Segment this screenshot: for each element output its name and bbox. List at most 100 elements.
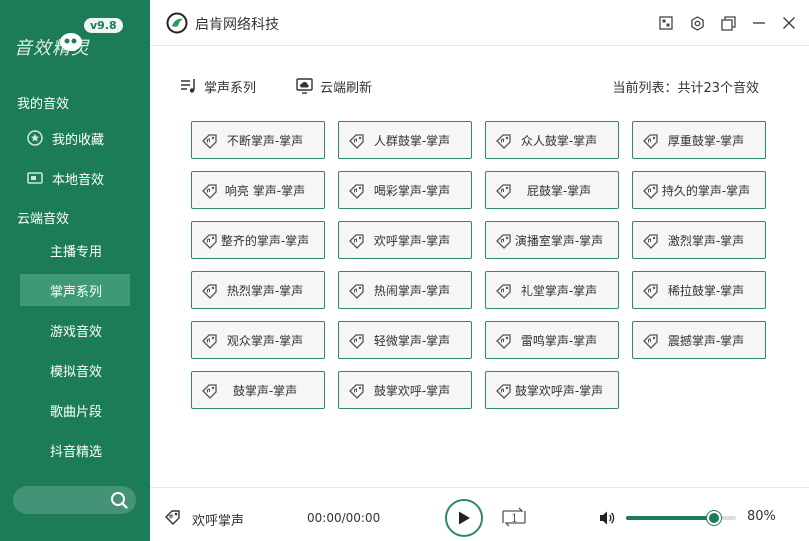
- list-count-info: 当前列表：共计23个音效: [612, 81, 759, 96]
- music-tag-icon: [201, 182, 219, 200]
- section-my-sounds: 我的音效: [17, 97, 70, 112]
- sound-item[interactable]: 众人鼓掌-掌声: [485, 121, 619, 159]
- sound-item[interactable]: 鼓掌欢呼-掌声: [338, 371, 472, 409]
- sidebar: 音效精灵 v9.8 我的音效 我的收藏 本地音效 云端音效 主播专用 掌声系列 …: [0, 0, 150, 541]
- sound-item[interactable]: 鼓掌欢呼声-掌声: [485, 371, 619, 409]
- close-icon: [783, 17, 795, 29]
- music-tag-icon: [642, 232, 660, 250]
- sound-item[interactable]: 激烈掌声-掌声: [632, 221, 766, 259]
- sound-item[interactable]: 轻微掌声-掌声: [338, 321, 472, 359]
- loop-badge: 1: [511, 512, 518, 525]
- sound-item[interactable]: 人群鼓掌-掌声: [338, 121, 472, 159]
- sound-item[interactable]: 稀拉鼓掌-掌声: [632, 271, 766, 309]
- music-tag-icon: [165, 510, 180, 525]
- version-badge: v9.8: [84, 18, 123, 33]
- skin-button[interactable]: [657, 14, 675, 32]
- sidebar-item-favorites[interactable]: 我的收藏: [20, 122, 130, 154]
- sidebar-item-streamer[interactable]: 主播专用: [20, 234, 130, 266]
- music-tag-icon: [495, 232, 513, 250]
- sound-item[interactable]: 整齐的掌声-掌声: [191, 221, 325, 259]
- sidebar-item-douyin[interactable]: 抖音精选: [20, 434, 130, 466]
- volume-fill: [626, 516, 714, 520]
- sidebar-item-simulation[interactable]: 模拟音效: [20, 354, 130, 386]
- settings-button[interactable]: [688, 14, 706, 32]
- sound-item[interactable]: 礼堂掌声-掌声: [485, 271, 619, 309]
- sidebar-item-label: 我的收藏: [52, 132, 105, 148]
- sound-item[interactable]: 观众掌声-掌声: [191, 321, 325, 359]
- music-tag-icon: [348, 232, 366, 250]
- playlist-music-icon: [180, 77, 198, 95]
- sound-item[interactable]: 响亮 掌声-掌声: [191, 171, 325, 209]
- music-tag-icon: [642, 282, 660, 300]
- search-box: [13, 486, 136, 514]
- category-label: 掌声系列: [204, 80, 257, 96]
- sidebar-item-song-clips[interactable]: 歌曲片段: [20, 394, 130, 426]
- play-icon: [459, 511, 470, 525]
- music-tag-icon: [201, 382, 219, 400]
- sidebar-item-label: 抖音精选: [50, 444, 103, 460]
- player-bar: 欢呼掌声 00:00/00:00 1 80%: [150, 487, 809, 541]
- sidebar-item-label: 游戏音效: [50, 324, 103, 340]
- volume-value: 80%: [747, 509, 776, 524]
- close-button[interactable]: [780, 14, 798, 32]
- music-tag-icon: [642, 182, 660, 200]
- music-tag-icon: [201, 332, 219, 350]
- sound-item[interactable]: 雷鸣掌声-掌声: [485, 321, 619, 359]
- play-button[interactable]: [445, 499, 483, 537]
- hexagon-settings-icon: [690, 15, 704, 31]
- volume-icon[interactable]: [598, 509, 616, 527]
- category-selector[interactable]: 掌声系列: [180, 76, 256, 96]
- sound-item[interactable]: 厚重鼓掌-掌声: [632, 121, 766, 159]
- sound-item[interactable]: 热闹掌声-掌声: [338, 271, 472, 309]
- sidebar-item-label: 掌声系列: [50, 284, 103, 300]
- music-tag-icon: [201, 232, 219, 250]
- sidebar-item-label: 主播专用: [50, 244, 103, 260]
- company-logo-icon: [166, 12, 188, 34]
- sound-item[interactable]: 欢呼掌声-掌声: [338, 221, 472, 259]
- playback-time: 00:00/00:00: [307, 511, 381, 525]
- ghost-mascot-icon: [60, 33, 82, 51]
- app-logo: 音效精灵 v9.8: [14, 18, 139, 64]
- music-tag-icon: [495, 382, 513, 400]
- window-title: 启肯网络科技: [195, 17, 279, 33]
- sound-item[interactable]: 持久的掌声-掌声: [632, 171, 766, 209]
- music-tag-icon: [348, 282, 366, 300]
- sidebar-item-label: 歌曲片段: [50, 404, 103, 420]
- search-input[interactable]: [23, 490, 103, 510]
- cloud-refresh-button[interactable]: 云端刷新: [296, 76, 372, 96]
- minimize-icon: [753, 22, 765, 24]
- volume-slider[interactable]: [626, 511, 736, 525]
- music-tag-icon: [348, 382, 366, 400]
- title-bar: 启肯网络科技: [150, 0, 809, 46]
- volume-knob[interactable]: [707, 511, 721, 525]
- minimize-button[interactable]: [750, 14, 768, 32]
- music-tag-icon: [201, 282, 219, 300]
- sound-item[interactable]: 热烈掌声-掌声: [191, 271, 325, 309]
- sidebar-item-label: 模拟音效: [50, 364, 103, 380]
- sidebar-item-local[interactable]: 本地音效: [20, 162, 130, 194]
- refresh-label: 云端刷新: [320, 80, 373, 96]
- restore-window-icon: [720, 15, 736, 31]
- music-tag-icon: [201, 132, 219, 150]
- sidebar-item-label: 本地音效: [52, 172, 105, 188]
- section-cloud-sounds: 云端音效: [17, 212, 70, 227]
- sound-item[interactable]: 不断掌声-掌声: [191, 121, 325, 159]
- sound-item[interactable]: 鼓掌声-掌声: [191, 371, 325, 409]
- single-loop-button[interactable]: 1: [500, 505, 528, 529]
- music-tag-icon: [348, 182, 366, 200]
- music-tag-icon: [348, 332, 366, 350]
- mini-mode-button[interactable]: [719, 14, 737, 32]
- search-icon[interactable]: [110, 491, 128, 509]
- sidebar-item-game[interactable]: 游戏音效: [20, 314, 130, 346]
- music-tag-icon: [642, 332, 660, 350]
- sound-item[interactable]: 喝彩掌声-掌声: [338, 171, 472, 209]
- sound-grid: 不断掌声-掌声 人群鼓掌-掌声 众人鼓掌-掌声 厚重鼓掌-掌声响亮 掌声-掌声 喝彩掌声…: [191, 121, 771, 411]
- sound-item[interactable]: 屁鼓掌-掌声: [485, 171, 619, 209]
- sound-item[interactable]: 震撼掌声-掌声: [632, 321, 766, 359]
- music-tag-icon: [495, 132, 513, 150]
- sidebar-item-applause[interactable]: 掌声系列: [20, 274, 130, 306]
- sound-item[interactable]: 演播室掌声-掌声: [485, 221, 619, 259]
- music-tag-icon: [348, 132, 366, 150]
- now-playing-title: 欢呼掌声: [192, 514, 245, 529]
- star-circle-icon: [26, 129, 44, 147]
